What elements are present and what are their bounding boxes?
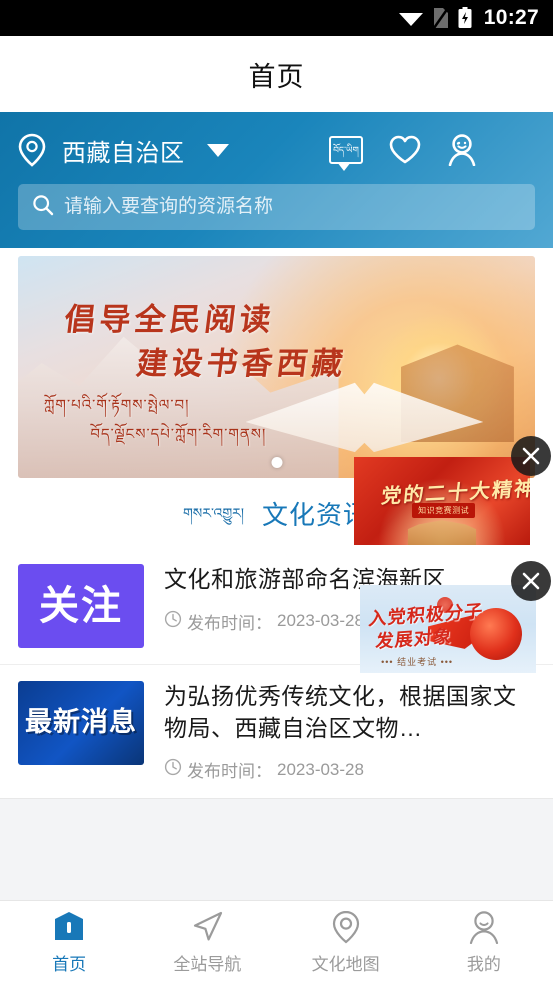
list-item[interactable]: 最新消息 为弘扬优秀传统文化，根据国家文物局、西藏自治区文物… 发布时间： 20… [0, 664, 553, 798]
close-icon[interactable] [511, 561, 551, 601]
news-title[interactable]: 为弘扬优秀传统文化，根据国家文物局、西藏自治区文物… [164, 681, 535, 744]
news-time-label: 发布时间： [187, 762, 272, 782]
nav-item-home[interactable]: 首页 [0, 910, 138, 975]
app-root: 10:27 首页 西藏自治区 བོད་ཡིག 请输入要查询的资源名称 倡导全民阅… [0, 0, 553, 983]
tiananmen-graphic [407, 520, 477, 545]
ad-subtitle: ••• 结业考试 ••• [381, 656, 454, 667]
promo-banner[interactable]: 倡导全民阅读 建设书香西藏 ཀློག་པའི་གོ་རྟོགས་སྤེལ་བ། … [18, 256, 535, 478]
map-pin-icon [329, 910, 363, 944]
nav-label-cultural-map: 文化地图 [311, 954, 380, 974]
location-pin-icon[interactable] [18, 133, 58, 167]
news-body: 为弘扬优秀传统文化，根据国家文物局、西藏自治区文物… 发布时间： 2023-03… [164, 681, 535, 782]
search-icon [32, 194, 54, 221]
banner-pagination-dot[interactable] [271, 457, 282, 468]
user-account-icon[interactable] [447, 134, 477, 166]
no-sim-icon [432, 7, 449, 29]
banner-section: 倡导全民阅读 建设书香西藏 ཀློག་པའི་གོ་རྟོགས་སྤེལ་བ། … [0, 248, 553, 478]
nav-label-profile: 我的 [466, 954, 501, 974]
news-time-value: 2023-03-28 [277, 611, 364, 631]
wifi-icon [398, 8, 424, 28]
nav-item-profile[interactable]: 我的 [415, 910, 553, 975]
battery-charging-icon [458, 7, 472, 29]
page-title: 首页 [248, 61, 305, 92]
nav-label-home: 首页 [52, 954, 87, 974]
section-tibetan-label: གསར་འགྱུར། [182, 504, 245, 521]
navigation-arrow-icon [190, 910, 224, 944]
news-thumbnail: 最新消息 [18, 681, 144, 765]
location-row: 西藏自治区 བོད་ཡིག [18, 122, 535, 178]
ad-badge[interactable]: 知识竞赛测试 [412, 502, 476, 518]
tibetan-language-icon[interactable]: བོད་ཡིག [329, 136, 363, 171]
search-bar[interactable] [18, 184, 535, 230]
home-icon [52, 910, 86, 944]
tibetan-language-label: བོད་ཡིག [333, 144, 359, 155]
app-header: 西藏自治区 བོད་ཡིག [0, 112, 553, 248]
banner-headline-2: 建设书香西藏 [134, 346, 349, 382]
clock-icon [164, 610, 182, 633]
news-time-label: 发布时间： [187, 613, 272, 633]
nav-item-cultural-map[interactable]: 文化地图 [277, 910, 415, 975]
nav-label-site-navigation: 全站导航 [173, 954, 242, 974]
hamburger-menu-icon[interactable] [503, 144, 535, 157]
location-name[interactable]: 西藏自治区 [62, 133, 185, 168]
user-profile-icon [467, 910, 501, 944]
ad-headline-line2: 发展对象 [374, 625, 453, 652]
nav-item-site-navigation[interactable]: 全站导航 [138, 910, 276, 975]
favorites-heart-icon[interactable] [389, 135, 421, 165]
banner-tibetan-2: བོད་ལྗོངས་དཔེ་ཀློག་རིག་གནས། [90, 426, 267, 444]
search-input[interactable] [64, 196, 521, 218]
status-time: 10:27 [483, 6, 539, 29]
news-thumbnail: 关注 [18, 564, 144, 648]
bottom-navigation: 首页 全站导航 文化地图 我的 [0, 900, 553, 983]
status-bar: 10:27 [0, 0, 553, 36]
news-meta: 发布时间： 2023-03-28 [164, 757, 535, 782]
close-icon[interactable] [511, 436, 551, 476]
chevron-down-icon[interactable] [206, 143, 229, 157]
news-time-value: 2023-03-28 [277, 759, 364, 779]
clock-icon [164, 758, 182, 781]
header-icon-group: བོད་ཡིག [329, 134, 535, 171]
title-bar: 首页 [0, 36, 553, 112]
banner-headline-1: 倡导全民阅读 [61, 301, 277, 337]
party-congress-ad[interactable]: 党的二十大精神 知识竞赛测试 [354, 457, 530, 545]
list-divider [0, 798, 553, 800]
party-member-ad[interactable]: 入党积极分子 发展对象 ••• 结业考试 ••• [360, 585, 536, 673]
